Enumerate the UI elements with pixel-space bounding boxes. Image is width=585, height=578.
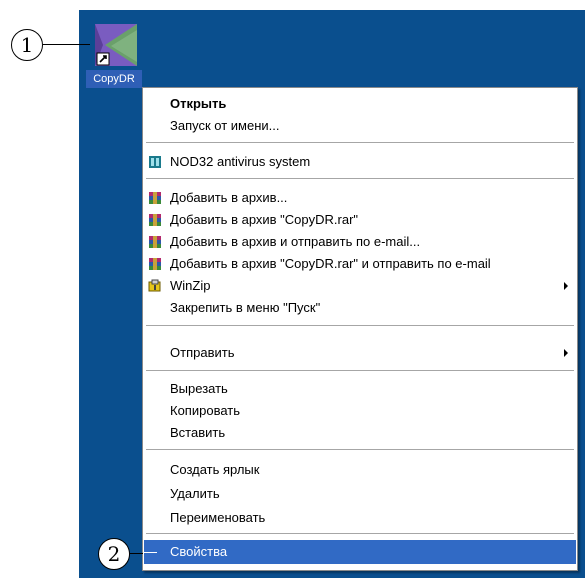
menu-item-label: Закрепить в меню "Пуск"	[170, 300, 321, 315]
menu-item-rename[interactable]: Переименовать	[144, 507, 576, 529]
menu-item-create-shortcut[interactable]: Создать ярлык	[144, 459, 576, 481]
callout-number: 2	[107, 542, 121, 566]
callout-2-leader	[130, 553, 143, 554]
menu-item-label: Вставить	[170, 425, 226, 440]
menu-item-label: Добавить в архив...	[170, 190, 288, 205]
menu-separator	[146, 533, 574, 534]
menu-item-label: Отправить	[170, 345, 235, 360]
context-menu: Открыть Запуск от имени... NOD32 antivir…	[142, 87, 578, 571]
submenu-arrow-icon	[564, 282, 568, 290]
desktop-icon-label[interactable]: CopyDR	[86, 70, 142, 88]
menu-item-label: Удалить	[170, 486, 220, 501]
copydr-icon-graphic	[95, 24, 137, 66]
menu-item-label: WinZip	[170, 278, 211, 293]
menu-item-copy[interactable]: Копировать	[144, 400, 576, 422]
menu-separator	[146, 325, 574, 326]
callout-1: 1	[11, 29, 43, 61]
menu-item-run-as[interactable]: Запуск от имени...	[144, 115, 576, 137]
menu-item-label: Открыть	[170, 96, 227, 111]
menu-item-label: Свойства	[170, 544, 228, 559]
callout-2-leader-highlight	[143, 552, 157, 553]
winrar-icon	[149, 214, 161, 226]
menu-item-open[interactable]: Открыть	[144, 93, 576, 115]
winrar-icon	[149, 258, 161, 270]
submenu-arrow-icon	[564, 349, 568, 357]
callout-2: 2	[98, 538, 130, 570]
menu-item-delete[interactable]: Удалить	[144, 483, 576, 505]
menu-item-winzip[interactable]: WinZip	[144, 275, 576, 297]
nod32-icon	[149, 156, 161, 168]
menu-item-label: Добавить в архив "CopyDR.rar"	[170, 212, 359, 227]
menu-item-send-to[interactable]: Отправить	[144, 342, 576, 364]
menu-item-properties[interactable]: Свойства	[144, 540, 576, 564]
menu-separator	[146, 178, 574, 179]
menu-item-nod32[interactable]: NOD32 antivirus system	[144, 151, 576, 173]
winrar-icon	[149, 236, 161, 248]
menu-item-pin-to-start[interactable]: Закрепить в меню "Пуск"	[144, 297, 576, 319]
menu-separator	[146, 449, 574, 450]
menu-item-paste[interactable]: Вставить	[144, 422, 576, 444]
winzip-icon	[148, 279, 161, 292]
menu-item-add-copydr-rar-and-email[interactable]: Добавить в архив "CopyDR.rar" и отправит…	[144, 253, 576, 275]
winrar-icon	[149, 192, 161, 204]
menu-item-cut[interactable]: Вырезать	[144, 378, 576, 400]
menu-item-label: Добавить в архив и отправить по e-mail..…	[170, 234, 421, 249]
menu-item-label: Создать ярлык	[170, 462, 260, 477]
menu-item-label: Запуск от имени...	[170, 118, 280, 133]
callout-number: 1	[20, 33, 34, 57]
callout-1-leader	[43, 44, 90, 45]
menu-separator	[146, 142, 574, 143]
menu-separator	[146, 370, 574, 371]
menu-item-label: Вырезать	[170, 381, 228, 396]
menu-item-label: Копировать	[170, 403, 240, 418]
menu-item-add-to-archive[interactable]: Добавить в архив...	[144, 187, 576, 209]
menu-item-label: Переименовать	[170, 510, 266, 525]
copydr-app-icon[interactable]	[93, 22, 139, 68]
menu-item-label: Добавить в архив "CopyDR.rar" и отправит…	[170, 256, 491, 271]
menu-item-add-to-copydr-rar[interactable]: Добавить в архив "CopyDR.rar"	[144, 209, 576, 231]
menu-item-add-and-email[interactable]: Добавить в архив и отправить по e-mail..…	[144, 231, 576, 253]
menu-item-label: NOD32 antivirus system	[170, 154, 311, 169]
